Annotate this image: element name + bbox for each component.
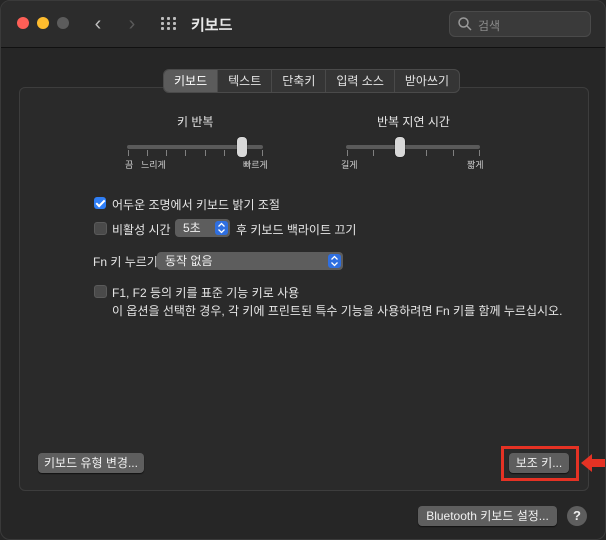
slider-tick (479, 150, 480, 156)
back-chevron-icon[interactable]: ‹ (87, 11, 109, 37)
close-window-button[interactable] (17, 17, 29, 29)
key-repeat-title: 키 반복 (177, 115, 214, 129)
fn-standard-checkbox[interactable] (94, 285, 107, 298)
red-arrow-icon (581, 454, 605, 472)
adjust-backlight-checkbox[interactable] (94, 197, 106, 209)
window-title: 키보드 (191, 17, 233, 34)
tab-dictation[interactable]: 받아쓰기 (395, 70, 459, 92)
backlight-off-suffix: 후 키보드 백라이트 끄기 (236, 223, 357, 237)
popup-updown-icon (215, 221, 228, 235)
minimize-window-button[interactable] (37, 17, 49, 29)
search-field[interactable]: 검색 (449, 11, 591, 37)
tab-shortcuts[interactable]: 단축키 (272, 70, 327, 92)
fn-key-label: Fn 키 누르기 (93, 255, 158, 269)
fn-standard-note: 이 옵션을 선택한 경우, 각 키에 프린트된 특수 기능을 사용하려면 Fn … (112, 304, 563, 318)
change-keyboard-type-button[interactable]: 키보드 유형 변경... (38, 453, 144, 473)
slider-tick (128, 150, 129, 156)
search-placeholder: 검색 (478, 19, 501, 33)
slider-tick (147, 150, 148, 156)
slider-tick (426, 150, 427, 156)
fn-key-value: 동작 없음 (165, 254, 213, 268)
search-icon (458, 17, 472, 31)
fn-standard-label: F1, F2 등의 키를 표준 기능 키로 사용 (112, 286, 300, 300)
backlight-off-label: 비활성 시간 (112, 223, 171, 237)
adjust-backlight-label: 어두운 조명에서 키보드 밝기 조절 (112, 198, 280, 212)
tab-bar: 키보드 텍스트 단축키 입력 소스 받아쓰기 (163, 69, 461, 93)
fn-key-popup[interactable]: 동작 없음 (157, 252, 343, 270)
backlight-off-checkbox[interactable] (94, 222, 107, 235)
key-repeat-fast-label: 빠르게 (243, 160, 268, 170)
modifier-keys-button[interactable]: 보조 키... (509, 453, 569, 473)
show-all-grid-icon[interactable] (161, 17, 177, 31)
slider-tick (166, 150, 167, 156)
slider-tick (453, 150, 454, 156)
title-bar: ‹ › 키보드 검색 (1, 1, 605, 48)
repeat-delay-short-label: 짧게 (467, 160, 484, 170)
help-button[interactable]: ? (567, 506, 587, 526)
slider-tick (262, 150, 263, 156)
repeat-delay-long-label: 길게 (341, 160, 358, 170)
backlight-timeout-value: 5초 (183, 221, 201, 235)
preferences-window: ‹ › 키보드 검색 키보드 텍스트 단축키 입력 소스 받아쓰기 키 반복 끔… (0, 0, 606, 540)
forward-chevron-icon[interactable]: › (121, 11, 143, 37)
tab-keyboard[interactable]: 키보드 (164, 70, 219, 92)
key-repeat-slow-label: 느리게 (141, 160, 166, 170)
slider-tick (347, 150, 348, 156)
repeat-delay-title: 반복 지연 시간 (377, 115, 450, 129)
slider-tick (185, 150, 186, 156)
slider-tick (224, 150, 225, 156)
key-repeat-off-label: 끔 (125, 160, 134, 170)
tab-text[interactable]: 텍스트 (218, 70, 273, 92)
slider-tick (373, 150, 374, 156)
repeat-delay-slider-thumb[interactable] (395, 137, 405, 157)
popup-updown-icon (328, 254, 341, 268)
key-repeat-slider-thumb[interactable] (237, 137, 247, 157)
zoom-window-button[interactable] (57, 17, 69, 29)
tab-input-sources[interactable]: 입력 소스 (326, 70, 395, 92)
bluetooth-setup-button[interactable]: Bluetooth 키보드 설정... (418, 506, 557, 526)
slider-tick (205, 150, 206, 156)
backlight-timeout-popup[interactable]: 5초 (175, 219, 230, 237)
